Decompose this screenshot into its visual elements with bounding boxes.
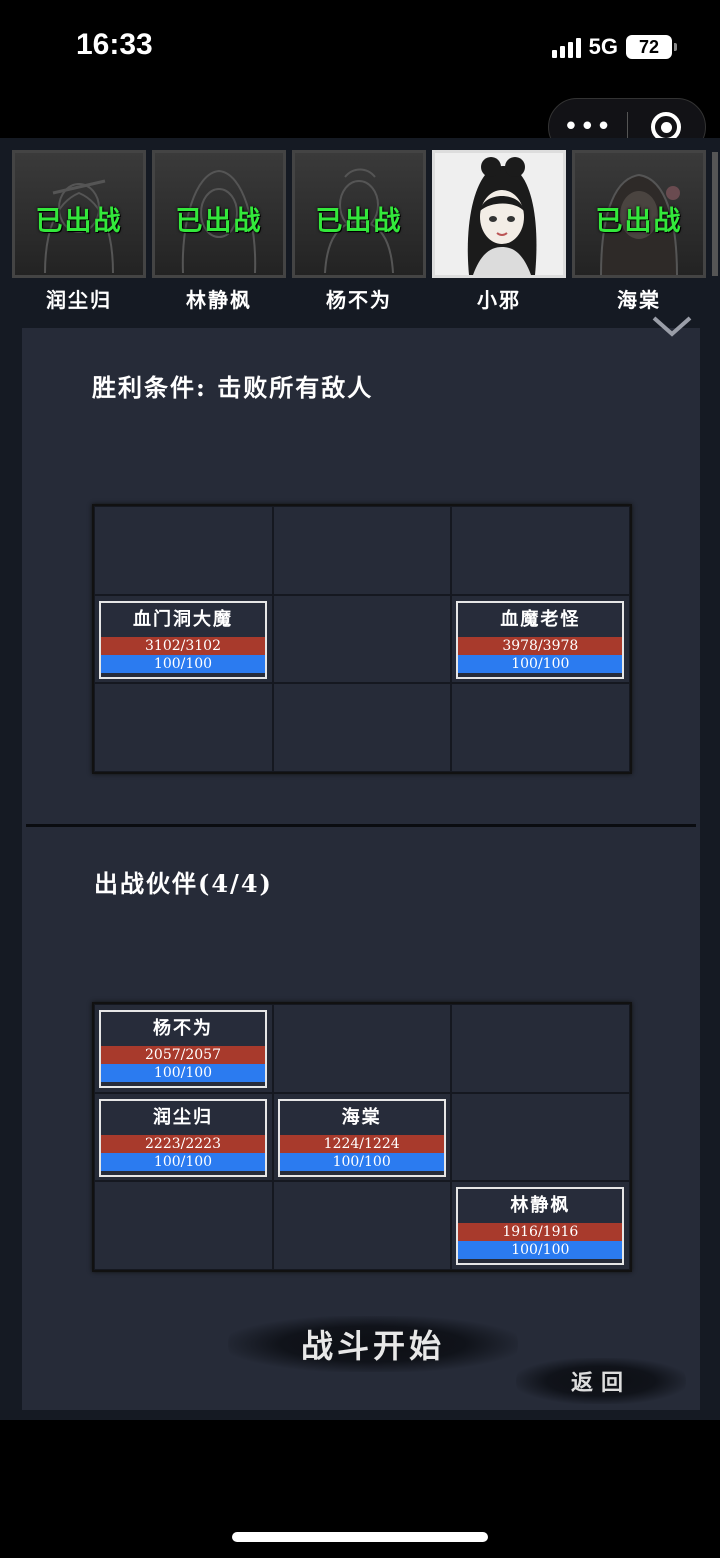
battle-setup-screen: 已出战 润尘归 已出战 林静枫 已出战 杨不为 小邪 已出战 海棠 胜利条件: … <box>0 138 720 1420</box>
grid-cell <box>272 506 452 595</box>
grid-cell <box>451 683 630 772</box>
party-unit-card[interactable]: 海棠 1224/1224 100/100 <box>277 1098 446 1177</box>
mp-bar: 100/100 <box>458 1241 623 1260</box>
grid-cell[interactable]: 杨不为 2057/2057 100/100 <box>94 1004 273 1093</box>
hero-roster: 已出战 润尘归 已出战 林静枫 已出战 杨不为 小邪 已出战 海棠 <box>0 138 720 328</box>
hp-bar: 2057/2057 <box>101 1046 265 1064</box>
back-button[interactable]: 返回 <box>516 1358 686 1404</box>
victory-condition: 胜利条件: 击败所有敌人 <box>92 373 374 402</box>
hero-name: 林静枫 <box>186 288 252 312</box>
grid-cell[interactable]: 海棠 1224/1224 100/100 <box>272 1092 452 1182</box>
hero-name: 小邪 <box>477 288 521 312</box>
hero-portrait <box>432 150 566 278</box>
enemy-formation-grid: 血门洞大魔 3102/3102 100/100 血魔老怪 3978/3978 1… <box>92 504 632 774</box>
section-divider <box>26 824 696 827</box>
hp-bar: 2223/2223 <box>101 1134 265 1153</box>
unit-name: 润尘归 <box>153 1106 213 1128</box>
chevron-down-icon[interactable] <box>652 314 692 338</box>
hero-portrait-art-icon <box>467 157 537 275</box>
mp-bar: 100/100 <box>458 654 623 673</box>
deployed-label: 已出战 <box>315 206 403 237</box>
back-label: 返回 <box>570 1370 631 1396</box>
grid-cell[interactable] <box>272 1004 452 1093</box>
deployed-label: 已出战 <box>595 206 683 237</box>
roster-hero-linjingfeng[interactable]: 已出战 林静枫 <box>152 150 286 313</box>
hp-bar: 3978/3978 <box>458 636 623 655</box>
hero-name: 海棠 <box>617 288 661 312</box>
mp-bar: 100/100 <box>101 1152 265 1171</box>
grid-cell <box>272 683 452 772</box>
grid-cell[interactable]: 林静枫 1916/1916 100/100 <box>451 1181 630 1270</box>
grid-cell[interactable] <box>272 1181 452 1270</box>
roster-hero-xiaoxie[interactable]: 小邪 <box>432 150 566 313</box>
party-unit-card[interactable]: 润尘归 2223/2223 100/100 <box>99 1098 267 1177</box>
grid-cell <box>94 506 273 595</box>
signal-icon <box>551 36 581 58</box>
mp-bar: 100/100 <box>101 1064 265 1082</box>
roster-hero-haitang[interactable]: 已出战 海棠 <box>572 150 706 313</box>
enemy-unit-card[interactable]: 血魔老怪 3978/3978 100/100 <box>456 600 625 679</box>
deployed-label: 已出战 <box>35 206 123 237</box>
grid-cell[interactable]: 润尘归 2223/2223 100/100 <box>94 1092 273 1182</box>
grid-cell <box>94 683 273 772</box>
roster-scroll-edge <box>712 152 718 276</box>
hp-bar: 1224/1224 <box>279 1134 444 1153</box>
hero-name: 杨不为 <box>326 288 392 312</box>
unit-name: 海棠 <box>341 1106 382 1128</box>
deployed-label: 已出战 <box>175 206 263 237</box>
unit-name: 杨不为 <box>153 1018 213 1039</box>
grid-cell: 血门洞大魔 3102/3102 100/100 <box>94 594 273 684</box>
hero-name: 润尘归 <box>46 288 112 312</box>
party-unit-card[interactable]: 杨不为 2057/2057 100/100 <box>99 1010 267 1088</box>
hero-portrait: 已出战 <box>12 150 146 278</box>
unit-name: 血门洞大魔 <box>133 608 233 630</box>
party-formation-grid: 杨不为 2057/2057 100/100 润尘归 2223/2223 100/… <box>92 1002 632 1272</box>
party-unit-card[interactable]: 林静枫 1916/1916 100/100 <box>456 1187 625 1266</box>
hero-portrait: 已出战 <box>572 150 706 278</box>
mp-bar: 100/100 <box>101 654 265 673</box>
battle-panel: 胜利条件: 击败所有敌人 血门洞大魔 3102/3102 100/100 血魔老… <box>22 328 700 1410</box>
grid-cell <box>272 594 452 684</box>
unit-name: 血魔老怪 <box>500 608 581 630</box>
hero-portrait: 已出战 <box>152 150 286 278</box>
grid-cell <box>451 506 630 595</box>
grid-cell[interactable] <box>94 1181 273 1270</box>
network-type: 5G <box>588 34 618 59</box>
status-bar: 16:33 5G 72 <box>0 0 720 96</box>
status-indicators: 5G 72 <box>551 34 677 60</box>
grid-cell[interactable] <box>451 1004 630 1093</box>
battery-icon: 72 <box>626 35 677 59</box>
enemy-unit-card[interactable]: 血门洞大魔 3102/3102 100/100 <box>99 600 267 679</box>
start-battle-button[interactable]: 战斗开始 <box>228 1316 518 1372</box>
hero-portrait: 已出战 <box>292 150 426 278</box>
hp-bar: 3102/3102 <box>101 636 265 655</box>
grid-cell[interactable] <box>451 1092 630 1182</box>
status-time: 16:33 <box>76 28 153 61</box>
party-title: 出战伙伴(4/4) <box>94 869 273 898</box>
grid-cell: 血魔老怪 3978/3978 100/100 <box>451 594 630 684</box>
hp-bar: 1916/1916 <box>458 1223 623 1242</box>
unit-name: 林静枫 <box>510 1195 571 1217</box>
home-indicator[interactable] <box>232 1532 488 1542</box>
roster-hero-runchengui[interactable]: 已出战 润尘归 <box>12 150 146 313</box>
roster-hero-yangbuwei[interactable]: 已出战 杨不为 <box>292 150 426 313</box>
start-battle-label: 战斗开始 <box>300 1327 445 1365</box>
mp-bar: 100/100 <box>279 1152 444 1171</box>
